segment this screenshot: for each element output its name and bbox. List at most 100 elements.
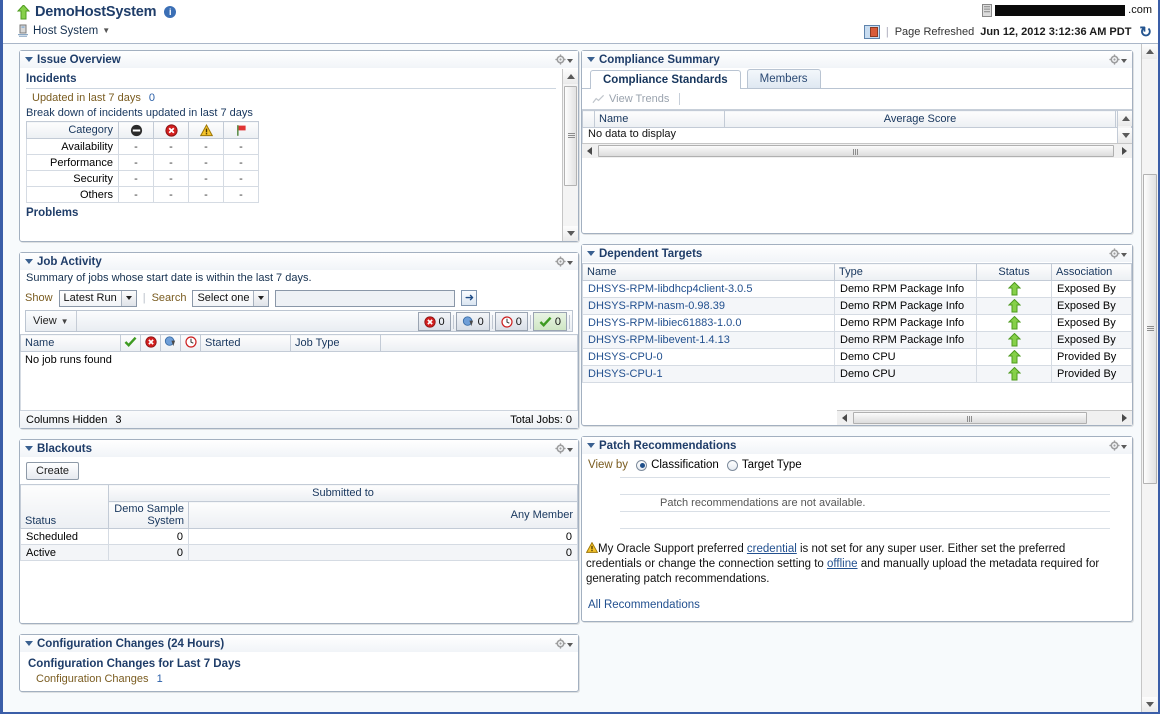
scrollbar-thumb[interactable]	[598, 145, 1114, 157]
create-blackout-button[interactable]: Create	[26, 462, 80, 480]
page-scrollbar[interactable]	[1141, 44, 1158, 712]
column-name[interactable]: Name	[582, 263, 835, 281]
chevron-down-icon: ▼	[60, 316, 69, 326]
info-icon[interactable]: i	[164, 6, 177, 18]
problems-heading: Problems	[26, 207, 79, 219]
tab-compliance-standards[interactable]: Compliance Standards	[590, 70, 741, 89]
radio-target-type[interactable]: Target Type	[726, 459, 802, 471]
chip-error[interactable]: 0	[417, 312, 451, 331]
column-name[interactable]: Name	[594, 110, 725, 128]
credential-link[interactable]: credential	[747, 543, 797, 555]
column-any-member[interactable]: Any Member	[188, 501, 578, 529]
panel-title: Dependent Targets	[599, 247, 703, 260]
scroll-right-button[interactable]	[1117, 144, 1132, 158]
updated-last-7-days-value[interactable]: 0	[149, 92, 155, 104]
panel-actions-menu[interactable]	[1109, 54, 1127, 65]
dependent-targets-horizontal-scrollbar[interactable]	[837, 410, 1132, 425]
cell-association: Provided By	[1051, 365, 1132, 383]
scrollbar-thumb[interactable]	[564, 86, 577, 186]
chip-suspended[interactable]: 0	[455, 312, 490, 331]
divider	[620, 528, 1110, 534]
column-running[interactable]	[180, 334, 201, 352]
column-association[interactable]: Association	[1051, 263, 1132, 281]
column-critical-icon[interactable]	[153, 121, 189, 139]
show-select[interactable]: Latest Run	[58, 289, 137, 307]
chevron-down-icon	[567, 643, 573, 647]
scroll-right-button[interactable]	[1117, 411, 1132, 425]
column-status[interactable]: Status	[976, 263, 1052, 281]
search-go-button[interactable]	[461, 290, 478, 306]
target-type-label: Host System	[33, 24, 99, 37]
gear-icon	[1109, 440, 1120, 451]
compliance-vertical-scrollbar[interactable]	[1117, 110, 1132, 144]
scrollbar-thumb[interactable]	[853, 412, 1087, 424]
panel-actions-menu[interactable]	[1109, 248, 1127, 259]
panel-body: Create Status Submitted to Demo Sample S…	[20, 458, 578, 623]
search-input[interactable]	[275, 289, 456, 307]
collapse-toggle-icon[interactable]	[586, 249, 596, 259]
column-category[interactable]: Category	[26, 121, 119, 139]
config-changes-metric-value[interactable]: 1	[157, 673, 163, 685]
scroll-up-button[interactable]	[1118, 111, 1132, 126]
panel-actions-menu[interactable]	[555, 54, 573, 65]
scroll-left-button[interactable]	[837, 411, 852, 425]
column-blocked-icon[interactable]	[118, 121, 154, 139]
chip-running[interactable]: 0	[494, 312, 528, 331]
search-criteria-select[interactable]: Select one	[192, 289, 270, 307]
view-menu-button[interactable]: View ▼	[26, 315, 76, 327]
cell-name[interactable]: DHSYS-CPU-1	[588, 368, 663, 380]
chip-success[interactable]: 0	[532, 312, 567, 331]
column-type[interactable]: Type	[834, 263, 977, 281]
view-trends-button[interactable]: View Trends	[592, 93, 681, 105]
scroll-up-button[interactable]	[563, 69, 578, 84]
column-started[interactable]: Started	[200, 334, 291, 352]
column-success[interactable]	[120, 334, 141, 352]
scrollbar-thumb[interactable]	[1143, 174, 1157, 484]
cell-association: Exposed By	[1051, 280, 1132, 298]
radio-classification-input[interactable]	[636, 459, 648, 471]
column-error[interactable]	[140, 334, 161, 352]
scroll-left-button[interactable]	[582, 144, 597, 158]
offline-link[interactable]: offline	[827, 558, 857, 570]
scroll-down-button[interactable]	[1118, 128, 1132, 143]
collapse-toggle-icon[interactable]	[24, 257, 34, 267]
radio-classification[interactable]: Classification	[636, 459, 719, 471]
cell-category: Security	[26, 170, 119, 187]
panel-patch-recommendations: Patch Recommendations View by Classifica…	[581, 436, 1133, 622]
chip-error-count: 0	[438, 315, 445, 328]
column-average-score[interactable]: Average Score	[724, 110, 1116, 128]
column-warning-icon[interactable]	[188, 121, 224, 139]
panel-actions-menu[interactable]	[1109, 440, 1127, 451]
column-job-type[interactable]: Job Type	[290, 334, 381, 352]
collapse-toggle-icon[interactable]	[24, 639, 34, 649]
cell-name[interactable]: DHSYS-RPM-nasm-0.98.39	[588, 300, 725, 312]
issue-overview-scrollbar[interactable]	[562, 69, 578, 241]
column-status[interactable]: Status	[20, 484, 109, 529]
column-suspended[interactable]	[160, 334, 181, 352]
scroll-down-button[interactable]	[563, 226, 578, 241]
scroll-up-button[interactable]	[1142, 44, 1157, 59]
refresh-icon[interactable]: ↻	[1139, 25, 1152, 40]
panel-actions-menu[interactable]	[555, 638, 573, 649]
scroll-down-button[interactable]	[1142, 697, 1157, 712]
column-name[interactable]: Name	[20, 334, 121, 352]
target-type-menu[interactable]: Host System ▼	[17, 24, 110, 37]
tab-members[interactable]: Members	[746, 69, 821, 88]
panel-actions-menu[interactable]	[555, 443, 573, 454]
all-recommendations-link[interactable]: All Recommendations	[588, 599, 700, 611]
cell-name[interactable]: DHSYS-RPM-libevent-1.4.13	[588, 334, 730, 346]
column-flag-icon[interactable]	[223, 121, 259, 139]
column-demo-sample-system[interactable]: Demo Sample System	[108, 501, 189, 529]
cell-name[interactable]: DHSYS-CPU-0	[588, 351, 663, 363]
collapse-toggle-icon[interactable]	[24, 55, 34, 65]
radio-target-type-input[interactable]	[726, 459, 738, 471]
compliance-horizontal-scrollbar[interactable]	[582, 143, 1132, 158]
collapse-toggle-icon[interactable]	[586, 441, 596, 451]
cell-name[interactable]: DHSYS-RPM-libdhcp4client-3.0.5	[588, 283, 752, 295]
collapse-toggle-icon[interactable]	[24, 444, 34, 454]
updated-last-7-days-label: Updated in last 7 days	[32, 92, 141, 104]
cell-name[interactable]: DHSYS-RPM-libiec61883-1.0.0	[588, 317, 741, 329]
collapse-toggle-icon[interactable]	[586, 55, 596, 65]
panel-actions-menu[interactable]	[555, 256, 573, 267]
job-runs-empty-text: No job runs found	[25, 354, 112, 366]
